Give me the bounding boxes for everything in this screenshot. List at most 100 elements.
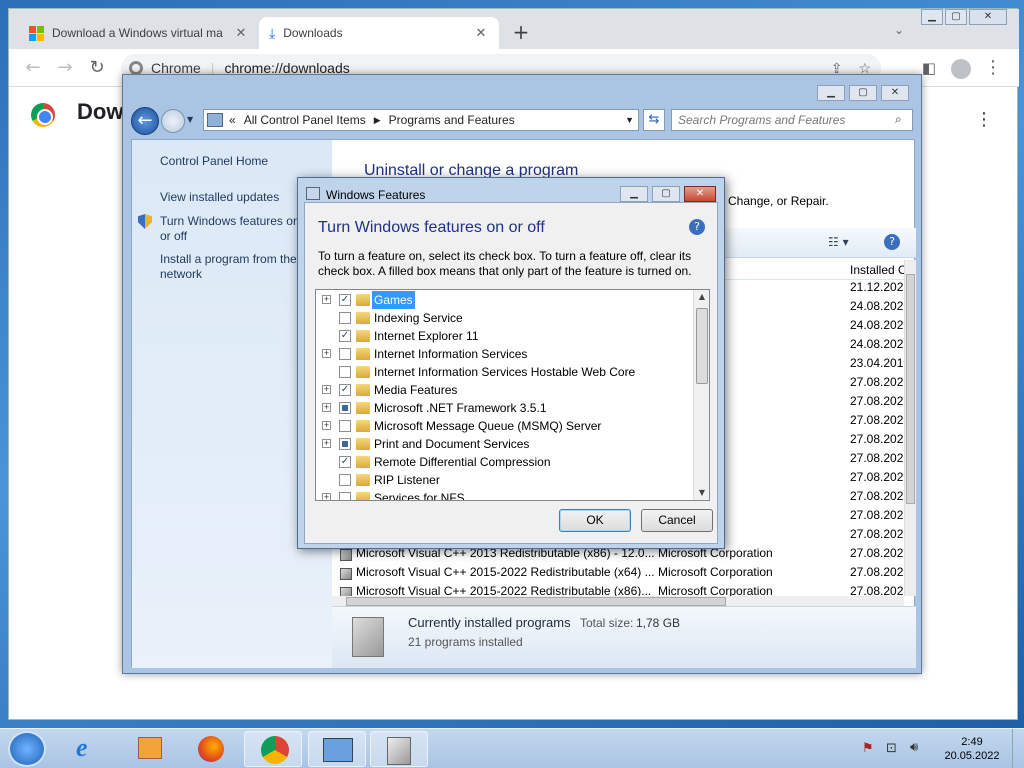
scroll-thumb[interactable]: [906, 274, 915, 504]
recent-pages-chevron-icon[interactable]: ▼: [187, 115, 193, 124]
tab-downloads[interactable]: ⤓ Downloads ✕: [259, 17, 499, 49]
minimize-button[interactable]: ▁: [620, 186, 648, 202]
scroll-thumb[interactable]: [346, 597, 726, 606]
breadcrumb-item-programs[interactable]: Programs and Features: [389, 113, 515, 127]
tab-search-icon[interactable]: ⌄: [889, 23, 909, 41]
feature-item[interactable]: + Services for NFS: [316, 489, 694, 500]
control-panel-icon: [323, 738, 353, 762]
vertical-scrollbar[interactable]: ▲ ▼: [693, 290, 709, 500]
network-icon[interactable]: ⊡: [886, 741, 897, 756]
program-name: Microsoft Visual C++ 2015-2022 Redistrib…: [356, 565, 655, 579]
maximize-button[interactable]: ▢: [652, 186, 680, 202]
scroll-thumb[interactable]: [696, 308, 708, 384]
feature-item[interactable]: RIP Listener: [316, 471, 694, 489]
back-icon[interactable]: ←: [21, 57, 45, 81]
sidebar-item-install-from-network[interactable]: Install a program from the network: [160, 252, 305, 282]
expand-icon[interactable]: +: [322, 295, 331, 304]
feature-checkbox[interactable]: ✓: [339, 294, 351, 306]
column-installed-on[interactable]: Installed O: [850, 263, 904, 277]
scroll-up-icon[interactable]: ▲: [694, 290, 709, 304]
page-menu-icon[interactable]: ⋮: [975, 109, 993, 130]
feature-checkbox[interactable]: ✓: [339, 456, 351, 468]
footer-count: 21 programs installed: [408, 635, 523, 649]
minimize-button[interactable]: ▁: [921, 9, 943, 25]
feature-checkbox[interactable]: [339, 366, 351, 378]
taskbar-media-player[interactable]: [122, 731, 180, 767]
expand-icon[interactable]: +: [322, 403, 331, 412]
feature-item[interactable]: + Microsoft Message Queue (MSMQ) Server: [316, 417, 694, 435]
sidebar-item-windows-features[interactable]: Turn Windows features on or off: [160, 214, 305, 244]
feature-checkbox[interactable]: [339, 420, 351, 432]
taskbar-programs-features[interactable]: [370, 731, 428, 767]
back-icon[interactable]: ←: [131, 107, 159, 135]
expand-icon[interactable]: +: [322, 385, 331, 394]
profile-avatar[interactable]: [949, 57, 973, 81]
taskbar-control-panel[interactable]: [308, 731, 366, 767]
volume-icon[interactable]: 🔊︎: [910, 740, 918, 755]
help-icon[interactable]: ?: [884, 234, 900, 250]
sidebar-item-home[interactable]: Control Panel Home: [160, 154, 310, 169]
close-dialog-button[interactable]: ✕: [684, 186, 716, 202]
action-center-icon[interactable]: ⚑: [862, 741, 874, 756]
taskbar-chrome[interactable]: [244, 731, 302, 767]
help-icon[interactable]: ?: [689, 219, 705, 235]
media-player-icon: [138, 737, 162, 759]
new-tab-button[interactable]: +: [509, 21, 533, 45]
views-icon[interactable]: ☷ ▾: [828, 235, 849, 249]
feature-checkbox[interactable]: [339, 312, 351, 324]
feature-item[interactable]: Indexing Service: [316, 309, 694, 327]
feature-item[interactable]: + ✓ Games: [316, 291, 694, 309]
feature-checkbox[interactable]: [339, 492, 351, 500]
feature-checkbox[interactable]: [339, 474, 351, 486]
feature-item[interactable]: ✓ Internet Explorer 11: [316, 327, 694, 345]
expand-icon[interactable]: +: [322, 421, 331, 430]
feature-checkbox[interactable]: ✓: [339, 330, 351, 342]
feature-item[interactable]: + ✓ Media Features: [316, 381, 694, 399]
expand-icon[interactable]: +: [322, 349, 331, 358]
taskbar-firefox[interactable]: [182, 731, 240, 767]
expand-icon[interactable]: +: [322, 493, 331, 500]
feature-checkbox[interactable]: [339, 348, 351, 360]
taskbar-internet-explorer[interactable]: e: [62, 731, 120, 767]
feature-item[interactable]: + Print and Document Services: [316, 435, 694, 453]
start-orb-icon[interactable]: [8, 731, 46, 767]
breadcrumb-overflow[interactable]: «: [229, 113, 236, 127]
feature-item[interactable]: Internet Information Services Hostable W…: [316, 363, 694, 381]
ok-button[interactable]: OK: [559, 509, 631, 532]
search-input[interactable]: Search Programs and Features: [671, 109, 913, 131]
sidebar-item-installed-updates[interactable]: View installed updates: [160, 190, 310, 205]
feature-checkbox[interactable]: [339, 402, 351, 414]
forward-icon[interactable]: [161, 109, 185, 133]
feature-item[interactable]: + Internet Information Services: [316, 345, 694, 363]
feature-checkbox[interactable]: ✓: [339, 384, 351, 396]
menu-kebab-icon[interactable]: ⋮: [981, 57, 1005, 81]
maximize-button[interactable]: ▢: [945, 9, 967, 25]
close-window-button[interactable]: ✕: [881, 85, 909, 101]
features-tree[interactable]: + ✓ Games Indexing Service ✓ Internet Explore…: [315, 289, 710, 501]
feature-item[interactable]: ✓ Remote Differential Compression: [316, 453, 694, 471]
vertical-scrollbar[interactable]: [904, 260, 916, 596]
close-window-button[interactable]: ✕: [969, 9, 1007, 25]
breadcrumb-item-all-items[interactable]: All Control Panel Items: [244, 113, 366, 127]
tab-strip: Download a Windows virtual ma ✕ ⤓ Downlo…: [9, 9, 1019, 49]
table-row[interactable]: Microsoft Visual C++ 2015-2022 Redistrib…: [332, 565, 912, 584]
cancel-button[interactable]: Cancel: [641, 509, 713, 532]
minimize-button[interactable]: ▁: [817, 85, 845, 101]
table-row[interactable]: Microsoft Visual C++ 2015-2022 Redistrib…: [332, 584, 912, 596]
clock[interactable]: 2:49 20.05.2022: [938, 735, 1006, 763]
scroll-down-icon[interactable]: ▼: [694, 486, 709, 500]
close-tab-icon[interactable]: ✕: [233, 25, 249, 41]
close-tab-icon[interactable]: ✕: [473, 25, 489, 41]
expand-icon[interactable]: +: [322, 439, 331, 448]
dropdown-icon[interactable]: ▼: [625, 115, 634, 125]
reload-icon[interactable]: ↻: [85, 57, 109, 81]
feature-item[interactable]: + Microsoft .NET Framework 3.5.1: [316, 399, 694, 417]
folder-icon: [356, 330, 370, 342]
maximize-button[interactable]: ▢: [849, 85, 877, 101]
tab-download-windows-vm[interactable]: Download a Windows virtual ma ✕: [19, 17, 259, 49]
forward-icon[interactable]: →: [53, 57, 77, 81]
refresh-icon[interactable]: ⇆: [643, 109, 665, 131]
show-desktop-button[interactable]: [1012, 729, 1024, 768]
breadcrumb[interactable]: « All Control Panel Items ▶ Programs and…: [203, 109, 639, 131]
feature-checkbox[interactable]: [339, 438, 351, 450]
